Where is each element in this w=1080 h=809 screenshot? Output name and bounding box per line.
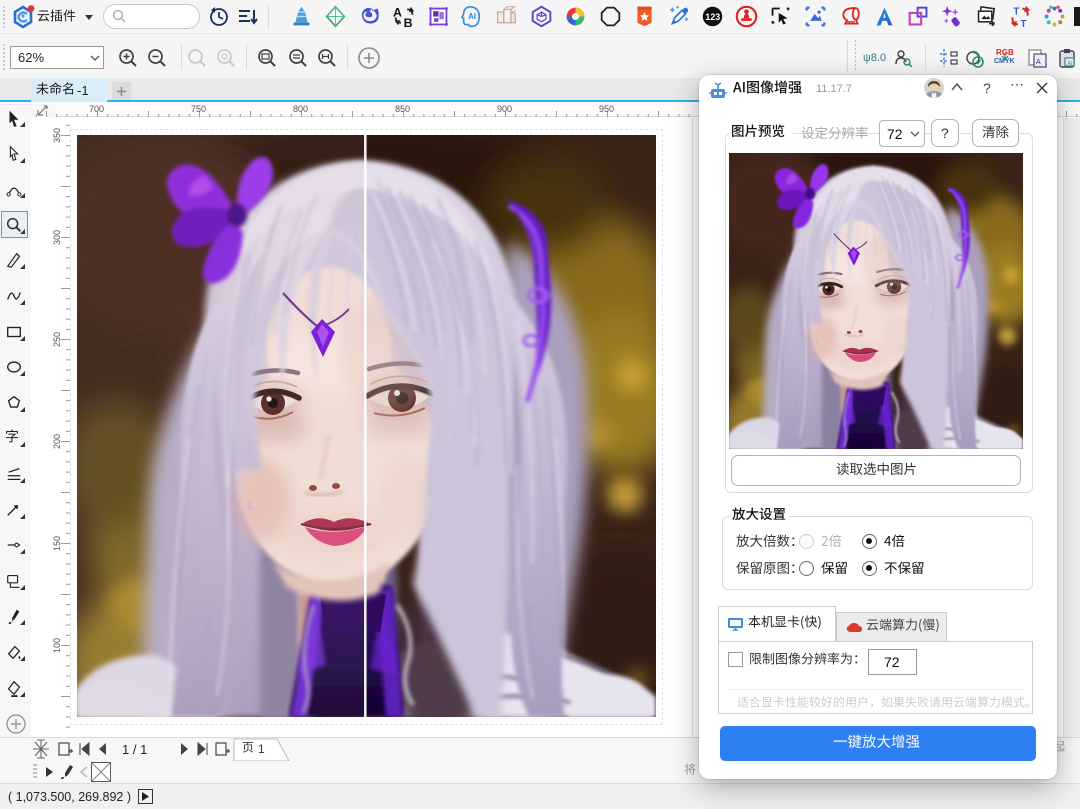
svg-text:700: 700	[89, 104, 104, 114]
svg-text:250: 250	[52, 332, 62, 347]
svg-text:900: 900	[497, 104, 512, 114]
svg-text:300: 300	[52, 230, 62, 245]
svg-text:750: 750	[191, 104, 206, 114]
svg-text:AI: AI	[468, 12, 476, 21]
svg-text:950: 950	[599, 104, 614, 114]
svg-text:100: 100	[52, 638, 62, 653]
svg-text:T: T	[1021, 19, 1027, 28]
svg-text:B: B	[404, 16, 413, 28]
svg-text:850: 850	[395, 104, 410, 114]
svg-text:800: 800	[293, 104, 308, 114]
svg-text:200: 200	[52, 434, 62, 449]
svg-text:T: T	[1013, 7, 1019, 18]
svg-text:A: A	[1036, 59, 1041, 66]
svg-text:A: A	[393, 6, 402, 20]
svg-text:150: 150	[52, 536, 62, 551]
svg-text:AI: AI	[1067, 61, 1073, 67]
svg-text:350: 350	[52, 128, 62, 143]
svg-text:123: 123	[705, 12, 720, 22]
